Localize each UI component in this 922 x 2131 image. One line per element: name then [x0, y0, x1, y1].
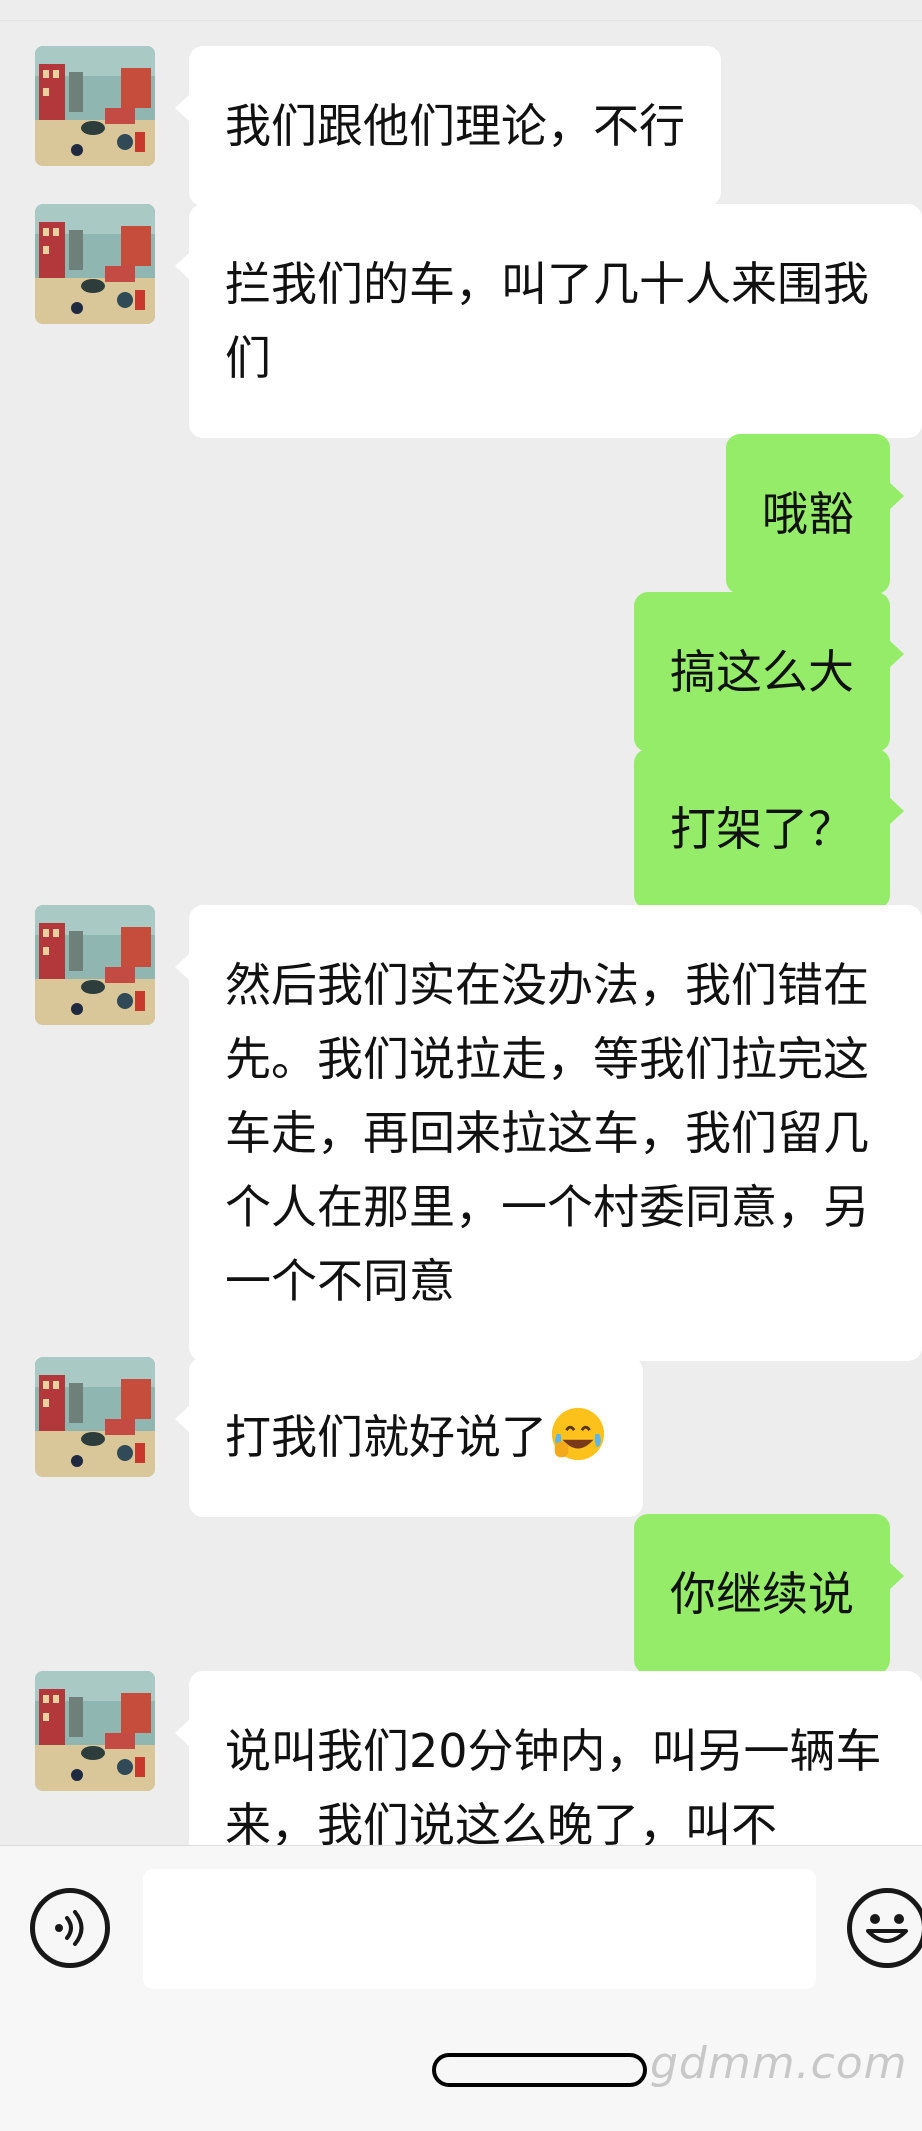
- outgoing-message-bubble[interactable]: 搞这么大: [634, 592, 904, 752]
- contact-avatar[interactable]: [35, 204, 155, 324]
- message-text: 搞这么大: [670, 645, 854, 699]
- voice-button[interactable]: [30, 1888, 110, 1968]
- watermark: gdmm.com: [650, 2038, 908, 2089]
- contact-avatar[interactable]: [35, 46, 155, 166]
- incoming-message-bubble[interactable]: 然后我们实在没办法，我们错在先。我们说拉走，等我们拉完这车走，再回来拉这车，我们…: [175, 905, 922, 1361]
- message-text: 你继续说: [670, 1567, 854, 1621]
- incoming-message-bubble[interactable]: 我们跟他们理论，不行: [175, 46, 721, 206]
- message-text: 打架了？: [670, 802, 854, 856]
- contact-avatar[interactable]: [35, 1357, 155, 1477]
- input-bar: gdmm.com: [0, 1845, 922, 2131]
- outgoing-message-bubble[interactable]: 哦豁: [726, 434, 904, 594]
- message-text: 哦豁: [762, 487, 854, 541]
- message-text: 拦我们的车，叫了几十人来围我们: [225, 257, 869, 385]
- avatar-image: [35, 1357, 155, 1477]
- message-text: 打我们就好说了: [225, 1410, 547, 1464]
- home-indicator[interactable]: [432, 2053, 647, 2087]
- incoming-message-bubble[interactable]: 拦我们的车，叫了几十人来围我们: [175, 204, 922, 438]
- voice-icon: [55, 1910, 84, 1946]
- contact-avatar[interactable]: [35, 1671, 155, 1791]
- message-input[interactable]: [143, 1869, 816, 1989]
- contact-avatar[interactable]: [35, 905, 155, 1025]
- message-text: 说叫我们20分钟内，叫另一辆车来，我们说这么晚了，叫不: [225, 1724, 882, 1845]
- crying-laughing-emoji: [551, 1407, 605, 1461]
- incoming-message-bubble[interactable]: 打我们就好说了: [175, 1357, 643, 1517]
- outgoing-message-bubble[interactable]: 你继续说: [634, 1514, 904, 1674]
- avatar-image: [35, 204, 155, 324]
- incoming-message-bubble[interactable]: 说叫我们20分钟内，叫另一辆车来，我们说这么晚了，叫不: [175, 1671, 922, 1845]
- message-text: 我们跟他们理论，不行: [225, 99, 685, 153]
- avatar-image: [35, 46, 155, 166]
- message-text: 然后我们实在没办法，我们错在先。我们说拉走，等我们拉完这车走，再回来拉这车，我们…: [225, 958, 869, 1308]
- avatar-image: [35, 1671, 155, 1791]
- outgoing-message-bubble[interactable]: 打架了？: [634, 749, 904, 909]
- smiley-icon: [866, 1914, 908, 1943]
- avatar-image: [35, 905, 155, 1025]
- emoji-button[interactable]: [847, 1888, 922, 1968]
- chat-messages[interactable]: 我们跟他们理论，不行 拦我们的车，叫了几十人来围我们 哦豁 搞这么大 打架了？ …: [0, 0, 922, 1845]
